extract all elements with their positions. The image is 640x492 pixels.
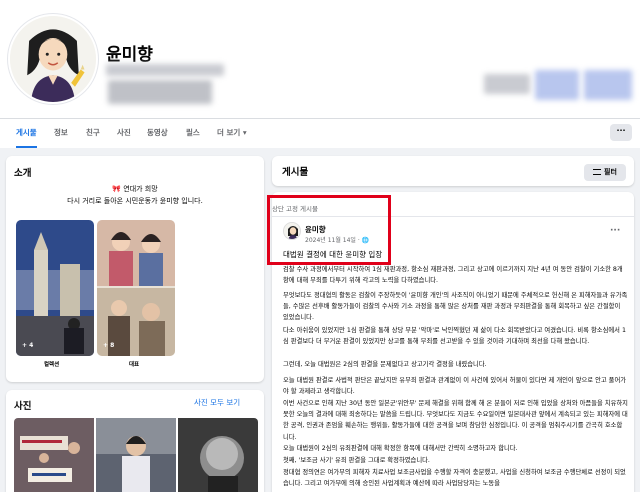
posts-header-card: 게시물 필터 <box>272 156 634 186</box>
profile-header: 윤미향 게시물 정보 친구 사진 동영상 릴스 더 보기 ▾ ··· <box>0 0 640 148</box>
post-menu-button[interactable]: ··· <box>610 226 620 236</box>
photo-thumb-2[interactable] <box>96 418 176 492</box>
post-paragraph: 그런데, 오늘 대법원은 2심의 판결을 문제없다고 상고기각 결정을 내렸습니… <box>283 361 487 368</box>
photos-title: 사진 <box>14 401 32 412</box>
blurred-action-left <box>484 74 530 94</box>
see-all-photos-link[interactable]: 사진 모두 보기 <box>194 397 240 408</box>
profile-tabs: 게시물 정보 친구 사진 동영상 릴스 더 보기 ▾ ··· <box>0 118 640 148</box>
tab-reels[interactable]: 릴스 <box>186 119 200 148</box>
featured-label-main: 대표 <box>129 362 140 368</box>
post-paragraph: 오늘 대법원이 2심의 유죄판결에 대해 확정한 항목에 대해서만 간략히 소명… <box>283 445 518 452</box>
tab-friends[interactable]: 친구 <box>86 119 100 148</box>
photo-thumb-1[interactable] <box>14 418 94 492</box>
collection-thumbnail <box>16 220 94 356</box>
intro-card: 소개 🎀 연대가 희망 다시 거리로 돌아온 시민운동가 윤미향 입니다. + … <box>6 156 264 382</box>
post-paragraph: 이번 사건으로 인해 지난 30년 동안 일본군'위안부' 문제 해결을 위해 … <box>283 400 628 441</box>
photo-2-image <box>96 418 176 492</box>
featured-label-collection: 컬렉션 <box>44 362 60 368</box>
post-paragraph: 정대협 정의연은 여가부의 피해자 치료사업 보조금사업을 수행할 자격이 충분… <box>283 469 626 488</box>
photo-thumb-3[interactable] <box>178 418 258 492</box>
profile-avatar[interactable] <box>8 14 98 104</box>
featured-collection[interactable]: + 4 <box>16 220 94 356</box>
profile-avatar-illustration <box>10 16 96 102</box>
highlight-box <box>267 195 391 265</box>
intro-bio-line2: 다시 거리로 돌아온 시민운동가 윤미향 입니다. <box>67 197 203 205</box>
blurred-action-middle <box>535 70 579 100</box>
posts-title: 게시물 <box>282 167 309 178</box>
post-paragraph: 첫째, '보조금 사기' 유죄 판결을 그대로 확정하였습니다. <box>283 457 430 464</box>
blurred-subtitle <box>106 64 224 76</box>
post-paragraph: 오늘 대법원 판결로 사법적 판단은 끝났지만 유무죄 판결과 관계없이 이 사… <box>283 377 627 396</box>
featured-main[interactable]: + 8 <box>97 220 175 356</box>
featured-thumbnail <box>97 220 175 356</box>
photo-1-image <box>14 418 94 492</box>
filter-button[interactable]: 필터 <box>584 164 626 181</box>
post-paragraph: 무엇보다도 정대협의 활동은 검찰이 주장하듯이 '윤미향 개인'의 사조직이 … <box>283 292 628 322</box>
intro-bio-line1: 🎀 연대가 희망 <box>112 185 158 193</box>
tab-videos[interactable]: 동영상 <box>147 119 168 148</box>
sliders-icon <box>593 169 602 175</box>
post-paragraph: 검찰 수사 과정에서부터 시작하여 1심 재판과정, 항소심 재판과정, 그리고… <box>283 266 623 285</box>
filter-label: 필터 <box>604 168 617 176</box>
blurred-action-right <box>584 70 632 100</box>
blurred-friends <box>108 80 212 104</box>
tab-about[interactable]: 정보 <box>54 119 68 148</box>
intro-title: 소개 <box>14 168 32 179</box>
post-paragraph: 다소 아쉬움이 있었지만 1심 판결을 통해 상당 부분 '악마'로 낙인찍혔던… <box>283 327 626 346</box>
tab-posts[interactable]: 게시물 <box>16 119 37 148</box>
tabs-more-button[interactable]: ··· <box>610 124 632 141</box>
profile-name: 윤미향 <box>106 45 153 65</box>
tab-more[interactable]: 더 보기 ▾ <box>217 119 247 148</box>
photo-3-image <box>178 418 258 492</box>
tab-photos[interactable]: 사진 <box>117 119 131 148</box>
